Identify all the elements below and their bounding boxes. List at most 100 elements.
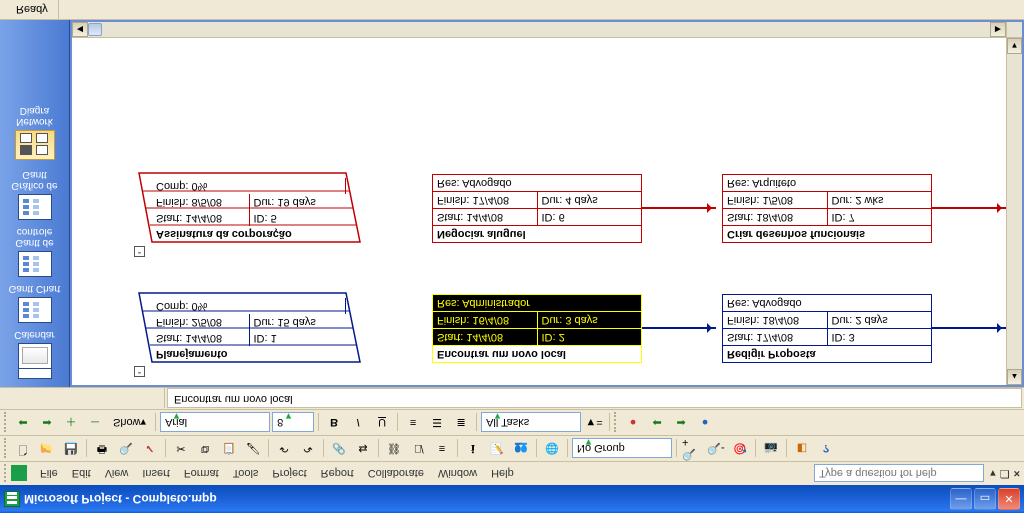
toolbar-grip[interactable] — [4, 413, 8, 433]
print-preview-button[interactable]: 🔍 — [115, 438, 137, 460]
show-outline-plus-button[interactable]: ＋ — [60, 412, 82, 434]
copy-button[interactable]: ⧉ — [194, 438, 216, 460]
link-tasks-button[interactable]: ⛓ — [383, 438, 405, 460]
help-button[interactable]: ? — [815, 438, 837, 460]
minimize-button[interactable]: — — [950, 488, 972, 510]
node-negociar-aluguel[interactable]: Negociar aluguel Start: 14/4/08ID: 6 Fin… — [432, 174, 642, 243]
restore-window-icon[interactable]: ❐ — [1000, 467, 1010, 480]
split-task-button[interactable]: ≡ — [431, 438, 453, 460]
filter-combo[interactable]: All Tasks▾ — [481, 413, 581, 433]
nav-back-button[interactable]: ● — [622, 412, 644, 434]
hyperlink-button[interactable]: 🔗 — [328, 438, 350, 460]
ms-office-button[interactable]: ◧ — [791, 438, 813, 460]
view-item-gantt-controle[interactable]: Gantt de controle — [5, 226, 65, 277]
go-to-selected-task-button[interactable]: 🎯 — [729, 438, 751, 460]
redo-button[interactable]: ↷ — [297, 438, 319, 460]
align-right-button[interactable]: ≣ — [450, 412, 472, 434]
nav-fwd-arrow[interactable]: ➡ — [670, 412, 692, 434]
nav-fwd-button[interactable]: ● — [694, 412, 716, 434]
node-assinatura[interactable]: Assinatura da corporação Start: 14/4/08I… — [138, 173, 362, 243]
menu-view[interactable]: View — [98, 464, 136, 484]
node-planejamento[interactable]: Planejamento Start: 14/4/08ID: 1 Finish:… — [138, 293, 362, 363]
outline-toggle[interactable]: - — [134, 366, 145, 377]
align-left-button[interactable]: ≡ — [402, 412, 424, 434]
task-notes-button[interactable]: 📝 — [486, 438, 508, 460]
open-button[interactable]: 📂 — [36, 438, 58, 460]
italic-button[interactable]: I — [347, 412, 369, 434]
zoom-in-button[interactable]: 🔍+ — [681, 438, 703, 460]
scrollbar-thumb[interactable] — [88, 23, 102, 36]
toolbar-grip[interactable] — [4, 465, 8, 483]
undo-button[interactable]: ↶ — [273, 438, 295, 460]
menu-format[interactable]: Format — [177, 464, 226, 484]
menu-window[interactable]: Window — [431, 464, 484, 484]
view-item-network-diagram[interactable]: Network Diagra — [5, 102, 65, 163]
menu-report[interactable]: Report — [314, 464, 361, 484]
publish-button[interactable]: 🌐 — [541, 438, 563, 460]
zoom-out-button[interactable]: 🔍- — [705, 438, 727, 460]
align-center-button[interactable]: ☰ — [426, 412, 448, 434]
menu-file[interactable]: File — [33, 464, 65, 484]
menu-collaborate[interactable]: Collaborate — [361, 464, 431, 484]
bold-button[interactable]: B — [323, 412, 345, 434]
task-info-button[interactable]: ℹ — [462, 438, 484, 460]
scroll-task-button[interactable]: ⇆ — [352, 438, 374, 460]
diagram-canvas[interactable]: - - Planejamento Start: 14/4/08ID: 1 Fin… — [72, 38, 1006, 385]
toolbar-grip[interactable] — [614, 413, 618, 433]
underline-button[interactable]: U — [371, 412, 393, 434]
font-combo[interactable]: Arial▾ — [160, 413, 270, 433]
menu-edit[interactable]: Edit — [65, 464, 98, 484]
print-button[interactable]: 🖶 — [91, 438, 113, 460]
view-item-grafico-gantt[interactable]: Gráfico de Gantt — [5, 169, 65, 220]
formatting-toolbar: ⬅ ➡ ＋ － Show ▾ Arial▾ 8▾ B I U ≡ ☰ ≣ All… — [0, 409, 1024, 435]
node-encontrar-local[interactable]: Encontrar um novo local Start: 14/4/08ID… — [432, 294, 642, 363]
toolbar-grip[interactable] — [4, 439, 8, 459]
entry-bar-value[interactable]: Encontrar um novo local — [167, 389, 1022, 409]
node-title: Redigir Proposta — [723, 346, 931, 362]
group-combo[interactable]: No Group▾ — [572, 439, 672, 459]
menu-insert[interactable]: Insert — [135, 464, 177, 484]
menu-help[interactable]: Help — [484, 464, 521, 484]
menu-tools[interactable]: Tools — [226, 464, 266, 484]
font-size-combo[interactable]: 8▾ — [272, 413, 314, 433]
help-search-input[interactable] — [814, 465, 984, 483]
scroll-up-button[interactable]: ▲ — [1007, 369, 1022, 385]
maximize-button[interactable]: ▭ — [974, 488, 996, 510]
restore-child-window-icon[interactable]: ▾ — [990, 467, 996, 480]
format-painter-button[interactable]: 🖌 — [242, 438, 264, 460]
close-button[interactable]: ✕ — [998, 488, 1020, 510]
close-child-window-icon[interactable]: × — [1014, 468, 1020, 480]
node-redigir-proposta[interactable]: Redigir Proposta Start: 17/4/08ID: 3 Fin… — [722, 294, 932, 363]
new-button[interactable]: 🗋 — [12, 438, 34, 460]
outline-toggle[interactable]: - — [134, 246, 145, 257]
vertical-scrollbar[interactable]: ▲ ▼ — [1006, 38, 1022, 385]
nav-back-arrow[interactable]: ⬅ — [646, 412, 668, 434]
view-item-gantt-chart[interactable]: Gantt Chart — [5, 283, 65, 323]
save-button[interactable]: 💾 — [60, 438, 82, 460]
cut-button[interactable]: ✂ — [170, 438, 192, 460]
view-item-partial[interactable] — [0, 369, 70, 383]
node-criar-desenhos[interactable]: Criar desenhos funcionais Start: 18/4/08… — [722, 174, 932, 243]
gantt-icon — [18, 251, 52, 277]
indent-button[interactable]: ➡ — [36, 412, 58, 434]
link-arrow — [932, 327, 1006, 329]
entry-bar-left[interactable] — [0, 389, 165, 409]
scroll-right-button[interactable]: ▶ — [990, 22, 1006, 37]
assign-resources-button[interactable]: 👥 — [510, 438, 532, 460]
copy-picture-button[interactable]: 📷 — [760, 438, 782, 460]
show-dropdown[interactable]: Show ▾ — [108, 412, 151, 434]
link-arrow — [932, 207, 1006, 209]
outdent-button[interactable]: ⬅ — [12, 412, 34, 434]
unlink-tasks-button[interactable]: ⛓̸ — [407, 438, 429, 460]
menu-project[interactable]: Project — [265, 464, 313, 484]
scroll-left-button[interactable]: ◀ — [72, 22, 88, 37]
horizontal-scrollbar[interactable]: ◀ ▶ — [72, 22, 1006, 38]
autofilter-button[interactable]: ▼= — [583, 412, 605, 434]
window-title: Microsoft Project - Completo.mpp — [24, 492, 950, 506]
scroll-down-button[interactable]: ▼ — [1007, 38, 1022, 54]
paste-button[interactable]: 📋 — [218, 438, 240, 460]
spellcheck-button[interactable]: ✓ — [139, 438, 161, 460]
show-outline-minus-button[interactable]: － — [84, 412, 106, 434]
gantt-icon — [18, 297, 52, 323]
view-item-calendar[interactable]: Calendar — [5, 329, 65, 369]
